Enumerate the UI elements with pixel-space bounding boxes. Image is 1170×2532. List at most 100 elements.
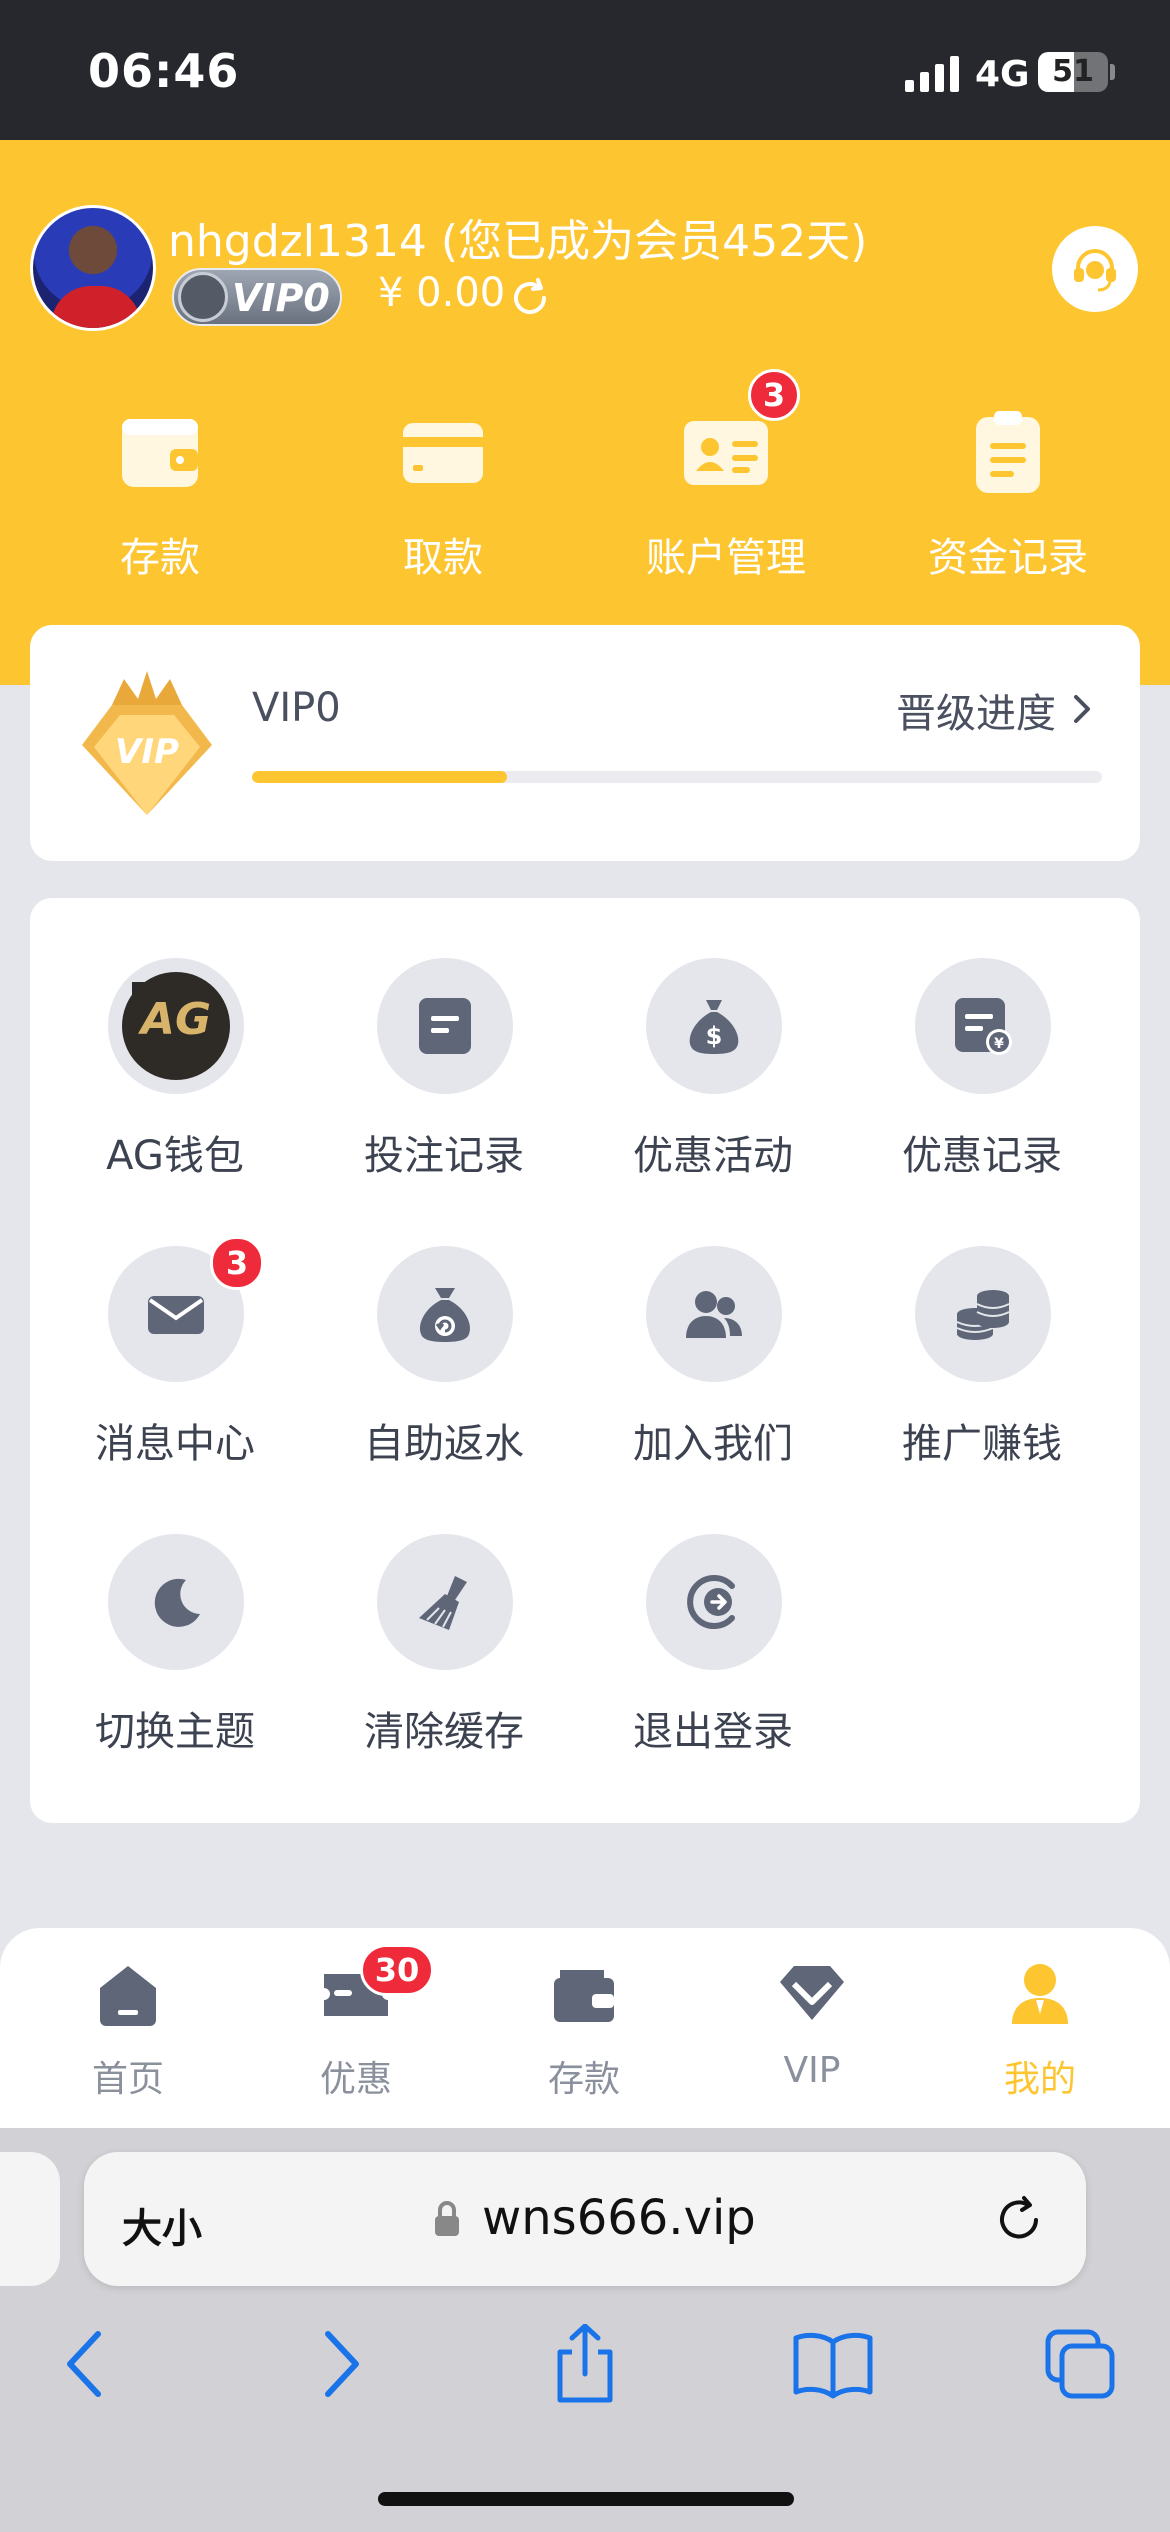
- menu-item-promo-records[interactable]: ¥ 优惠记录: [857, 958, 1107, 1208]
- url-text[interactable]: wns666.vip: [482, 2190, 756, 2246]
- vip-badge-label: VIP0: [232, 276, 330, 320]
- clipboard-icon: [976, 411, 1040, 493]
- notification-badge: 30: [360, 1944, 434, 1996]
- vip-emblem-text: VIP: [115, 732, 179, 772]
- vip-card[interactable]: VIP VIP0 晋级进度: [30, 625, 1140, 861]
- quick-action-label: 取款: [403, 535, 483, 581]
- menu-item-promotions[interactable]: $ 优惠活动: [588, 958, 838, 1208]
- chevron-right-icon: [1074, 695, 1090, 723]
- quick-action-account[interactable]: 账户管理 3: [616, 369, 836, 595]
- username-label: nhgdzl1314 (您已成为会员452天): [168, 216, 868, 267]
- promo-record-icon: ¥: [955, 998, 1012, 1055]
- refresh-icon[interactable]: [508, 276, 552, 320]
- menu-label: 推广赚钱: [902, 1421, 1062, 1467]
- tab-mine[interactable]: 我的: [940, 1958, 1140, 2108]
- signal-icon: [905, 56, 959, 92]
- tab-promotions[interactable]: 30 优惠: [256, 1944, 456, 2108]
- menu-label: 自助返水: [364, 1421, 524, 1467]
- share-icon[interactable]: [540, 2324, 630, 2404]
- menu-icon-circle: [646, 1534, 782, 1670]
- diamond-icon: [780, 1966, 844, 2020]
- bet-record-icon: [419, 998, 471, 1054]
- menu-item-messages[interactable]: 3 消息中心: [50, 1236, 300, 1496]
- vip-progress-link[interactable]: 晋级进度: [896, 681, 1056, 739]
- vip-level-label: VIP0: [252, 685, 341, 731]
- menu-item-ag-wallet[interactable]: AG AG钱包: [50, 958, 300, 1208]
- notification-badge: 3: [210, 1236, 264, 1290]
- menu-icon-circle: [377, 1534, 513, 1670]
- tab-label: 首页: [91, 2059, 164, 2100]
- network-label: 4G: [975, 54, 1030, 95]
- back-icon[interactable]: [42, 2324, 132, 2404]
- menu-item-join-us[interactable]: 加入我们: [588, 1246, 838, 1496]
- menu-item-rebate[interactable]: 自助返水: [319, 1246, 569, 1496]
- quick-action-label: 账户管理: [646, 535, 806, 581]
- envelope-icon: [148, 1296, 204, 1334]
- headset-icon: [1074, 249, 1116, 292]
- tabs-icon[interactable]: [1036, 2324, 1126, 2404]
- status-bar: 06:46 4G 51: [0, 0, 1170, 140]
- coins-icon: [956, 1290, 1010, 1340]
- menu-label: 清除缓存: [364, 1709, 524, 1755]
- menu-grid: AG AG钱包 投注记录 $ 优惠活动 ¥ 优惠记录 3 消息中心 自助返水 加…: [30, 898, 1140, 1823]
- vip-emblem-icon: VIP: [82, 671, 212, 815]
- menu-item-referral[interactable]: 推广赚钱: [857, 1246, 1107, 1496]
- bottom-tab-bar: 首页 30 优惠 存款 VIP 我的: [0, 1928, 1170, 2128]
- balance-amount: ¥ 0.00: [378, 270, 506, 316]
- avatar[interactable]: [30, 205, 156, 331]
- menu-label: 退出登录: [633, 1709, 793, 1755]
- users-icon: [686, 1291, 742, 1338]
- quick-action-label: 资金记录: [928, 535, 1088, 581]
- id-card-icon: [684, 421, 768, 485]
- status-time: 06:46: [88, 44, 240, 98]
- quick-action-fund-records[interactable]: 资金记录: [898, 395, 1118, 595]
- battery-tip: [1110, 64, 1115, 80]
- menu-label: 消息中心: [95, 1421, 255, 1467]
- menu-icon-circle: [377, 1246, 513, 1382]
- avatar-shirt: [51, 286, 141, 328]
- quick-action-deposit[interactable]: 存款: [50, 395, 270, 595]
- menu-item-bet-records[interactable]: 投注记录: [319, 958, 569, 1208]
- tab-vip[interactable]: VIP: [712, 1958, 912, 2108]
- svg-text:¥: ¥: [994, 1036, 1004, 1052]
- tab-label: 存款: [547, 2059, 620, 2100]
- menu-icon-circle: $: [646, 958, 782, 1094]
- menu-icon-circle: [915, 1246, 1051, 1382]
- ag-logo: AG: [122, 972, 230, 1080]
- menu-item-logout[interactable]: 退出登录: [588, 1534, 838, 1784]
- previous-tab-preview[interactable]: [0, 2152, 60, 2286]
- rebate-bag-icon: [419, 1288, 471, 1342]
- home-icon: [100, 1966, 156, 2026]
- vip-badge: VIP0: [172, 268, 342, 326]
- tab-home[interactable]: 首页: [28, 1958, 228, 2108]
- home-indicator: [378, 2492, 794, 2506]
- battery-icon: 51: [1038, 52, 1108, 92]
- vip-progress-bar: [252, 771, 1102, 783]
- menu-label: 加入我们: [633, 1421, 793, 1467]
- forward-icon[interactable]: [294, 2324, 384, 2404]
- customer-service-button[interactable]: [1052, 226, 1138, 312]
- menu-item-clear-cache[interactable]: 清除缓存: [319, 1534, 569, 1784]
- tab-deposit[interactable]: 存款: [484, 1958, 684, 2108]
- menu-item-switch-theme[interactable]: 切换主题: [50, 1534, 300, 1784]
- bookmarks-icon[interactable]: [788, 2324, 878, 2404]
- wallet-icon: [122, 419, 198, 487]
- card-icon: [403, 423, 483, 483]
- logout-icon: [687, 1575, 735, 1629]
- address-bar[interactable]: 大小 wns666.vip: [84, 2152, 1086, 2286]
- battery-percent: 51: [1052, 54, 1094, 89]
- menu-icon-circle: [377, 958, 513, 1094]
- menu-icon-circle: [108, 1534, 244, 1670]
- quick-action-label: 存款: [120, 535, 200, 581]
- money-bag-icon: $: [689, 1000, 739, 1054]
- tab-label: VIP: [783, 2050, 841, 2091]
- moon-icon: [154, 1578, 200, 1627]
- quick-action-withdraw[interactable]: 取款: [333, 395, 553, 595]
- text-size-button[interactable]: 大小: [122, 2196, 202, 2254]
- vip-progress-fill: [252, 771, 507, 783]
- menu-icon-circle: AG: [108, 958, 244, 1094]
- menu-icon-circle: [646, 1246, 782, 1382]
- reload-icon[interactable]: [992, 2192, 1046, 2246]
- notification-badge: 3: [748, 369, 800, 421]
- tab-label: 优惠: [319, 2059, 392, 2100]
